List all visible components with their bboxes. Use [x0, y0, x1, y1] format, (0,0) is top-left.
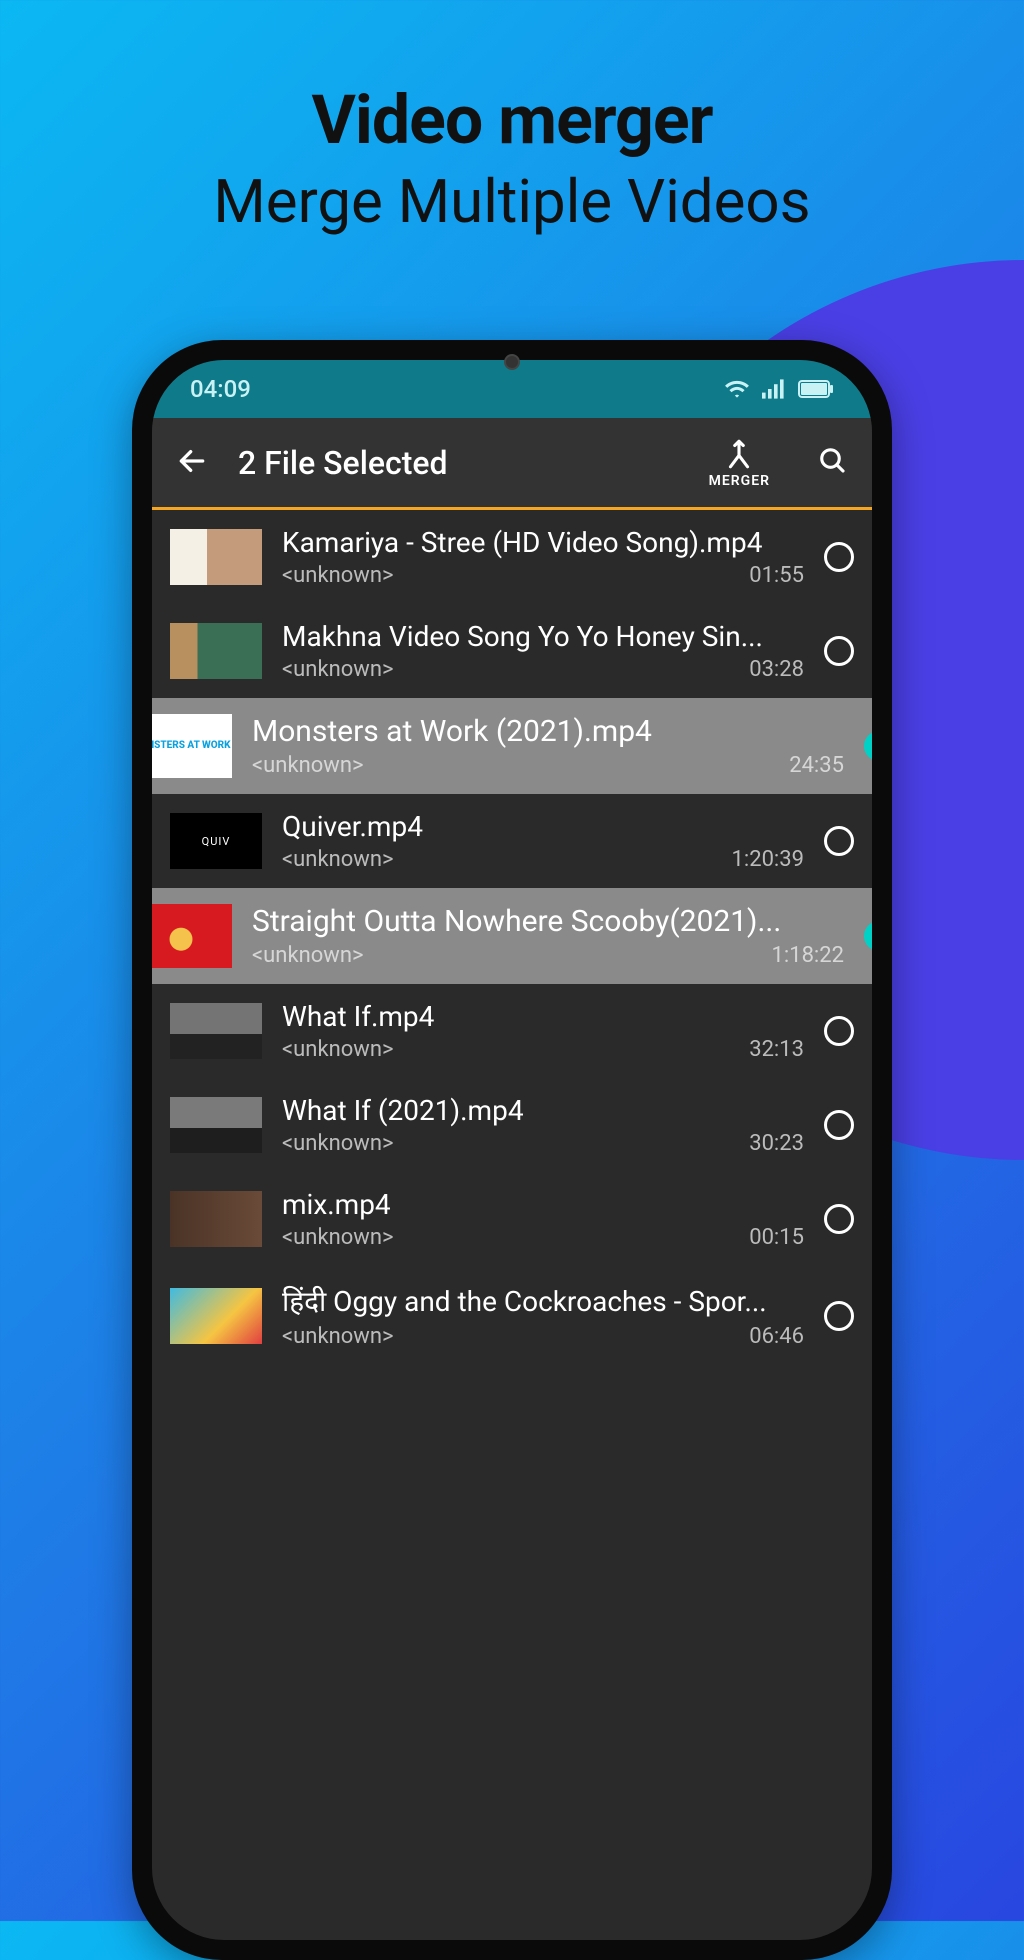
video-thumbnail — [152, 904, 232, 968]
video-info: Makhna Video Song Yo Yo Honey Sin... <unk… — [282, 620, 804, 682]
video-row[interactable]: Makhna Video Song Yo Yo Honey Sin... <unk… — [152, 604, 872, 698]
video-info: What If (2021).mp4 <unknown> 30:23 — [282, 1094, 804, 1156]
video-author: <unknown> — [282, 1037, 394, 1062]
video-author: <unknown> — [282, 563, 394, 588]
video-author: <unknown> — [252, 753, 364, 778]
video-row[interactable]: MONSTERS AT WORK Monsters at Work (2021).… — [152, 698, 872, 794]
select-radio[interactable] — [864, 921, 872, 951]
video-thumbnail — [170, 1288, 262, 1344]
select-radio[interactable] — [824, 826, 854, 856]
video-duration: 32:13 — [749, 1037, 804, 1062]
video-author: <unknown> — [252, 943, 364, 968]
video-title: Makhna Video Song Yo Yo Honey Sin... — [282, 620, 804, 653]
video-row[interactable]: Straight Outta Nowhere Scooby(2021)... <u… — [152, 888, 872, 984]
search-button[interactable] — [818, 446, 848, 480]
select-radio[interactable] — [824, 1204, 854, 1234]
video-author: <unknown> — [282, 657, 394, 682]
video-thumbnail — [170, 1191, 262, 1247]
video-duration: 00:15 — [749, 1225, 804, 1250]
merger-label: MERGER — [709, 473, 770, 489]
status-time: 04:09 — [190, 375, 251, 403]
video-row[interactable]: What If.mp4 <unknown> 32:13 — [152, 984, 872, 1078]
hero-section: Video merger Merge Multiple Videos — [0, 0, 1024, 237]
select-radio[interactable] — [824, 1301, 854, 1331]
video-thumbnail: QUIV — [170, 813, 262, 869]
video-thumbnail — [170, 1097, 262, 1153]
battery-icon — [798, 380, 834, 398]
video-author: <unknown> — [282, 1225, 394, 1250]
select-radio[interactable] — [824, 636, 854, 666]
video-duration: 1:20:39 — [732, 847, 804, 872]
video-row[interactable]: mix.mp4 <unknown> 00:15 — [152, 1172, 872, 1266]
video-author: <unknown> — [282, 847, 394, 872]
video-row[interactable]: Kamariya - Stree (HD Video Song).mp4 <unk… — [152, 510, 872, 604]
hero-subtitle: Merge Multiple Videos — [0, 166, 1024, 237]
merger-button[interactable]: MERGER — [709, 437, 770, 489]
back-button[interactable] — [176, 445, 208, 481]
video-info: Quiver.mp4 <unknown> 1:20:39 — [282, 810, 804, 872]
video-list[interactable]: Kamariya - Stree (HD Video Song).mp4 <unk… — [152, 510, 872, 1365]
video-title: Quiver.mp4 — [282, 810, 804, 843]
select-radio[interactable] — [824, 1016, 854, 1046]
video-title: mix.mp4 — [282, 1188, 804, 1221]
video-title: What If.mp4 — [282, 1000, 804, 1033]
search-icon — [818, 446, 848, 476]
hero-title: Video merger — [0, 80, 1024, 160]
video-row[interactable]: QUIV Quiver.mp4 <unknown> 1:20:39 — [152, 794, 872, 888]
video-thumbnail — [170, 1003, 262, 1059]
merge-icon — [721, 437, 757, 471]
video-duration: 06:46 — [749, 1324, 804, 1349]
video-info: Straight Outta Nowhere Scooby(2021)... <u… — [252, 904, 844, 968]
video-author: <unknown> — [282, 1131, 394, 1156]
video-row[interactable]: What If (2021).mp4 <unknown> 30:23 — [152, 1078, 872, 1172]
video-duration: 30:23 — [749, 1131, 804, 1156]
video-thumbnail — [170, 623, 262, 679]
select-radio[interactable] — [824, 542, 854, 572]
video-info: mix.mp4 <unknown> 00:15 — [282, 1188, 804, 1250]
video-duration: 03:28 — [749, 657, 804, 682]
video-info: Monsters at Work (2021).mp4 <unknown> 24:3… — [252, 714, 844, 778]
video-author: <unknown> — [282, 1324, 394, 1349]
select-radio[interactable] — [864, 731, 872, 761]
select-radio[interactable] — [824, 1110, 854, 1140]
video-title: What If (2021).mp4 — [282, 1094, 804, 1127]
video-thumbnail: MONSTERS AT WORK — [152, 714, 232, 778]
video-info: Kamariya - Stree (HD Video Song).mp4 <unk… — [282, 526, 804, 588]
video-duration: 24:35 — [789, 753, 844, 778]
wifi-icon — [724, 379, 750, 399]
video-thumbnail — [170, 529, 262, 585]
signal-icon — [762, 379, 786, 399]
video-title: Monsters at Work (2021).mp4 — [252, 714, 844, 749]
video-info: हिंदी Oggy and the Cockroaches - Spor...… — [282, 1282, 804, 1349]
video-duration: 01:55 — [749, 563, 804, 588]
video-row[interactable]: हिंदी Oggy and the Cockroaches - Spor...… — [152, 1266, 872, 1365]
app-toolbar: 2 File Selected MERGER — [152, 418, 872, 510]
video-info: What If.mp4 <unknown> 32:13 — [282, 1000, 804, 1062]
video-duration: 1:18:22 — [772, 943, 844, 968]
video-title: Kamariya - Stree (HD Video Song).mp4 — [282, 526, 804, 559]
phone-screen: 04:09 2 File Selected MERGER — [152, 360, 872, 1940]
video-title: हिंदी Oggy and the Cockroaches - Spor... — [282, 1282, 804, 1320]
phone-frame: 04:09 2 File Selected MERGER — [132, 340, 892, 1960]
video-title: Straight Outta Nowhere Scooby(2021)... — [252, 904, 844, 939]
toolbar-title: 2 File Selected — [238, 444, 679, 482]
phone-camera — [504, 354, 520, 370]
